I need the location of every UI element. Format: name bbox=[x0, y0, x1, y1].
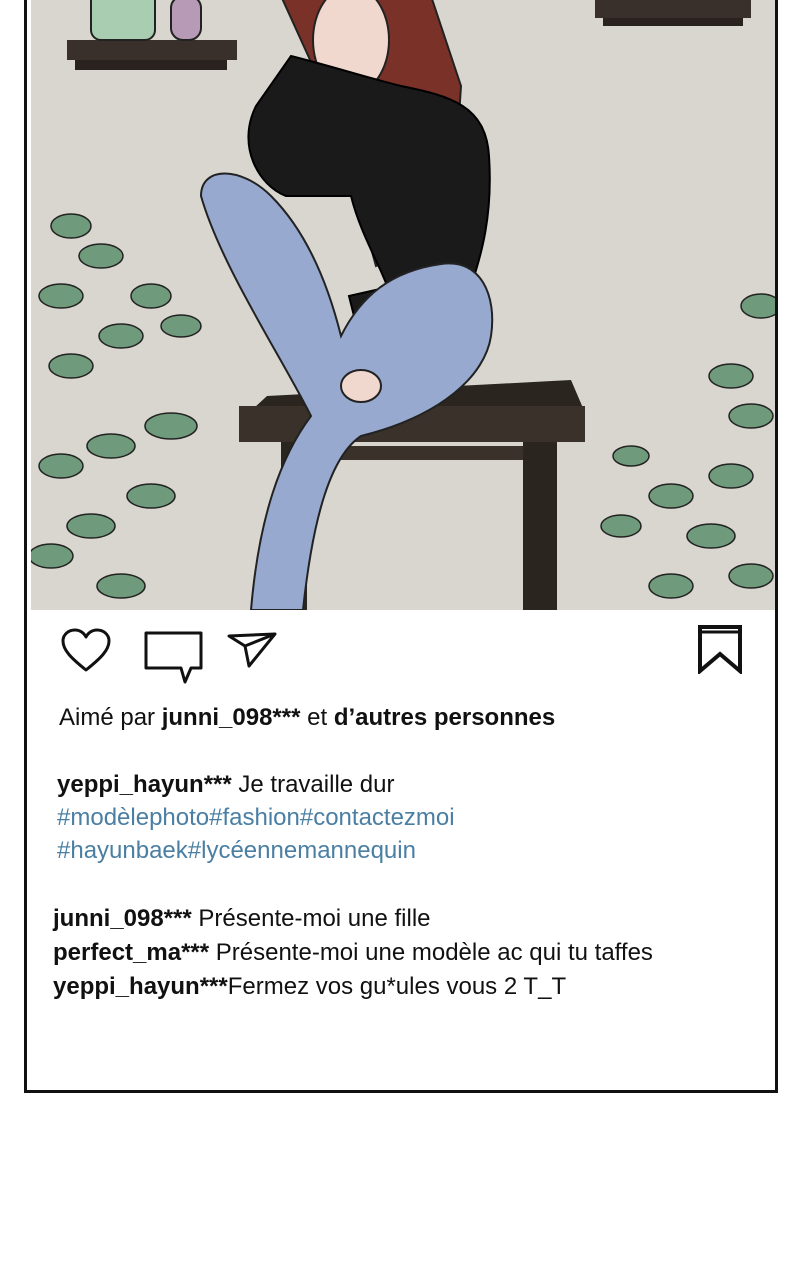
caption-text: Je travaille dur bbox=[238, 771, 395, 798]
comment-text: Présente-moi une modèle ac qui tu taffes bbox=[215, 939, 653, 966]
post-caption: yeppi_hayun*** Je travaille dur #modèlep… bbox=[57, 768, 455, 867]
likes-user-link[interactable]: junni_098*** bbox=[162, 704, 301, 731]
comment-username[interactable]: perfect_ma*** bbox=[53, 939, 209, 966]
bookmark-icon[interactable] bbox=[697, 624, 743, 674]
post-photo[interactable] bbox=[31, 0, 775, 610]
paper-plane-icon[interactable] bbox=[227, 630, 279, 670]
caption-hashtags-line-1[interactable]: #modèlephoto#fashion#contactezmoi bbox=[57, 801, 455, 834]
caption-username[interactable]: yeppi_hayun*** bbox=[57, 771, 232, 798]
comment-text: Fermez vos gu*ules vous 2 T_T bbox=[227, 973, 567, 1000]
comment-username[interactable]: junni_098*** bbox=[53, 905, 192, 932]
post-action-bar bbox=[27, 618, 775, 688]
comment-item: junni_098*** Présente-moi une fille bbox=[53, 902, 653, 936]
post-card: Aimé par junni_098*** et d’autres person… bbox=[24, 0, 778, 1093]
likes-summary: Aimé par junni_098*** et d’autres person… bbox=[59, 704, 555, 732]
likes-others-link[interactable]: d’autres personnes bbox=[334, 704, 555, 731]
comment-username[interactable]: yeppi_hayun*** bbox=[53, 973, 228, 1000]
likes-prefix: Aimé par bbox=[59, 704, 156, 731]
comment-item: yeppi_hayun***Fermez vos gu*ules vous 2 … bbox=[53, 970, 653, 1004]
comment-list: junni_098*** Présente-moi une fille perf… bbox=[53, 902, 653, 1004]
comment-text: Présente-moi une fille bbox=[198, 905, 431, 932]
likes-conjunction: et bbox=[307, 704, 328, 731]
comment-bubble-icon[interactable] bbox=[143, 630, 205, 686]
heart-icon[interactable] bbox=[61, 628, 111, 674]
caption-hashtags-line-2[interactable]: #hayunbaek#lycéennemannequin bbox=[57, 834, 455, 867]
comment-item: perfect_ma*** Présente-moi une modèle ac… bbox=[53, 936, 653, 970]
